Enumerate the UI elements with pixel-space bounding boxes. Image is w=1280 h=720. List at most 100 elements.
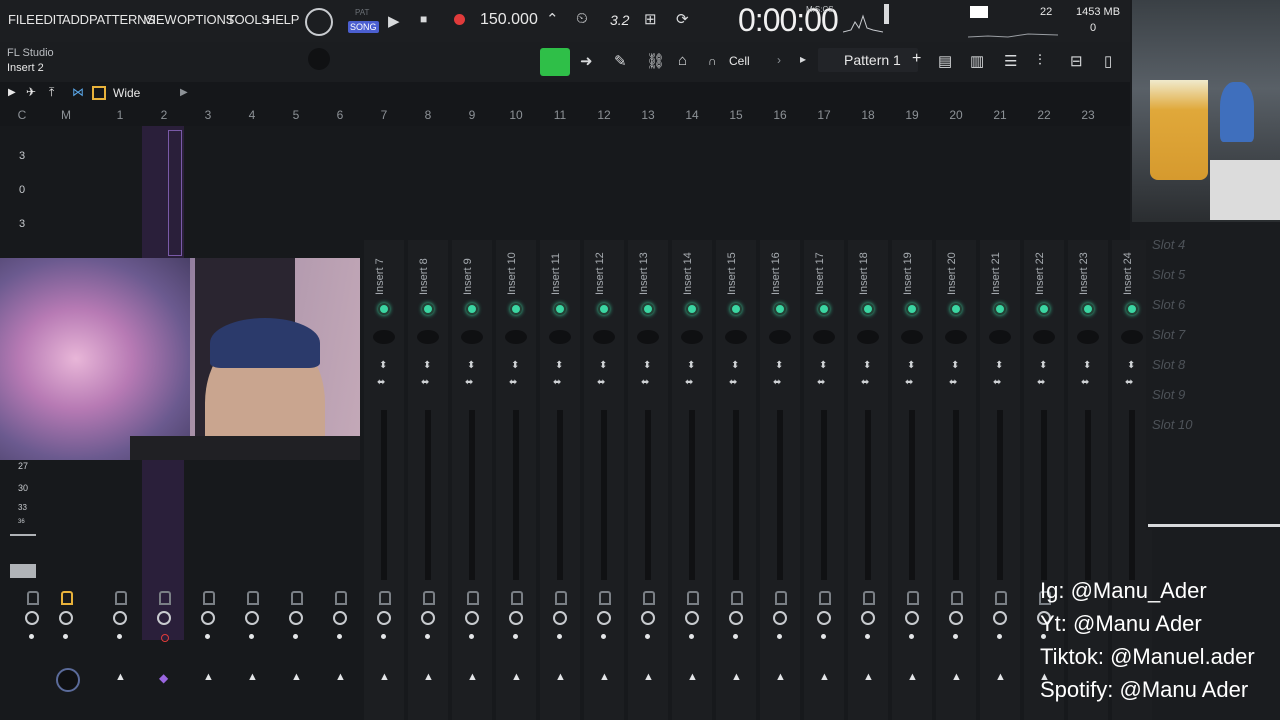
swap-channels-icon[interactable]: ⬌ (597, 378, 605, 388)
pan-knob[interactable] (857, 330, 879, 344)
mixer-layout-icon[interactable] (92, 86, 106, 100)
record-arm-dot[interactable] (161, 634, 169, 642)
lock-icon[interactable] (863, 591, 875, 605)
record-arm-dot[interactable] (29, 634, 34, 639)
route-icon[interactable] (377, 611, 391, 625)
project-icon[interactable]: ▯ (1104, 52, 1112, 70)
route-icon[interactable] (421, 611, 435, 625)
mixer-view-arrow-icon[interactable]: ▶ (180, 87, 188, 98)
lock-icon[interactable] (467, 591, 479, 605)
master-split-button[interactable] (10, 564, 36, 578)
stereo-separation-icon[interactable]: ⬍ (555, 361, 563, 371)
record-arm-dot[interactable] (63, 634, 68, 639)
mute-indicator[interactable] (378, 303, 390, 315)
volume-fader[interactable] (821, 410, 827, 580)
swap-channels-icon[interactable]: ⬌ (817, 378, 825, 388)
tempo-display[interactable]: 150.000 (480, 11, 538, 29)
mixer-tool-icon[interactable]: ✈ (26, 85, 36, 99)
route-icon[interactable] (509, 611, 523, 625)
lock-icon[interactable] (379, 591, 391, 605)
stereo-separation-icon[interactable]: ⬍ (731, 361, 739, 371)
loop-record-icon[interactable]: ⟳ (676, 10, 689, 28)
route-icon[interactable] (905, 611, 919, 625)
effect-slot[interactable]: Slot 6 (1152, 297, 1185, 312)
swap-channels-icon[interactable]: ⬌ (1081, 378, 1089, 388)
browser-icon[interactable]: ⊟ (1070, 52, 1083, 70)
route-icon[interactable] (289, 611, 303, 625)
channel-rack-icon[interactable]: ☰ (1004, 52, 1017, 70)
link-icon[interactable]: ⛓ (646, 52, 665, 70)
stereo-separation-icon[interactable]: ⬍ (1127, 361, 1135, 371)
stereo-separation-icon[interactable]: ⬍ (687, 361, 695, 371)
swap-channels-icon[interactable]: ⬌ (773, 378, 781, 388)
pan-knob[interactable] (461, 330, 483, 344)
route-icon[interactable] (729, 611, 743, 625)
step-edit-icon[interactable]: ⊞ (644, 10, 657, 28)
send-arrow-icon[interactable]: ▲ (423, 671, 434, 683)
pan-knob[interactable] (637, 330, 659, 344)
stereo-separation-icon[interactable]: ⬍ (1039, 361, 1047, 371)
mute-indicator[interactable] (774, 303, 786, 315)
route-icon[interactable] (245, 611, 259, 625)
pan-knob[interactable] (1121, 330, 1143, 344)
mixer-link-icon[interactable]: ⋈ (72, 85, 84, 99)
stereo-separation-icon[interactable]: ⬍ (379, 361, 387, 371)
pan-knob[interactable] (725, 330, 747, 344)
mixer-view-mode[interactable]: Wide (113, 86, 140, 100)
mute-indicator[interactable] (994, 303, 1006, 315)
record-arm-dot[interactable] (557, 634, 562, 639)
volume-fader[interactable] (733, 410, 739, 580)
magnet-icon[interactable]: ∩ (708, 54, 717, 68)
swap-channels-icon[interactable]: ⬌ (1125, 378, 1133, 388)
stop-icon[interactable]: ■ (420, 12, 427, 26)
record-arm-dot[interactable] (205, 634, 210, 639)
pan-knob[interactable] (373, 330, 395, 344)
mute-indicator[interactable] (906, 303, 918, 315)
effect-slot[interactable]: Slot 9 (1152, 387, 1185, 402)
swap-channels-icon[interactable]: ⬌ (465, 378, 473, 388)
pat-label[interactable]: PAT (355, 8, 369, 17)
lock-icon[interactable] (599, 591, 611, 605)
stereo-separation-icon[interactable]: ⬍ (599, 361, 607, 371)
stereo-separation-icon[interactable]: ⬍ (863, 361, 871, 371)
lock-icon[interactable] (995, 591, 1007, 605)
metronome-icon[interactable]: ⌃ (546, 10, 559, 28)
menu-add[interactable]: ADD (62, 12, 89, 27)
lock-icon[interactable] (555, 591, 567, 605)
menu-view[interactable]: VIEW (144, 12, 177, 27)
pan-knob[interactable] (681, 330, 703, 344)
volume-fader[interactable] (1085, 410, 1091, 580)
send-arrow-icon[interactable]: ▲ (511, 671, 522, 683)
volume-fader[interactable] (381, 410, 387, 580)
effect-slot[interactable]: Slot 5 (1152, 267, 1185, 282)
volume-fader[interactable] (1041, 410, 1047, 580)
lock-icon[interactable] (951, 591, 963, 605)
send-arrow-icon[interactable]: ▲ (907, 671, 918, 683)
lock-icon[interactable] (203, 591, 215, 605)
volume-fader[interactable] (953, 410, 959, 580)
send-arrow-icon[interactable]: ▲ (379, 671, 390, 683)
lock-icon[interactable] (159, 591, 171, 605)
step-snap-display[interactable]: 3.2 (610, 12, 629, 28)
record-arm-dot[interactable] (953, 634, 958, 639)
stereo-separation-icon[interactable]: ⬍ (951, 361, 959, 371)
route-icon[interactable] (465, 611, 479, 625)
lock-icon[interactable] (775, 591, 787, 605)
record-arm-dot[interactable] (689, 634, 694, 639)
swap-channels-icon[interactable]: ⬌ (509, 378, 517, 388)
send-arrow-icon[interactable]: ▲ (643, 671, 654, 683)
pattern-arrow-icon[interactable]: ▸ (800, 52, 806, 66)
record-arm-dot[interactable] (997, 634, 1002, 639)
send-arrow-icon[interactable]: ▲ (203, 671, 214, 683)
route-icon[interactable] (333, 611, 347, 625)
mute-indicator[interactable] (466, 303, 478, 315)
send-arrow-icon[interactable]: ▲ (995, 671, 1006, 683)
route-icon[interactable] (817, 611, 831, 625)
record-icon[interactable] (454, 14, 465, 25)
mute-indicator[interactable] (686, 303, 698, 315)
lock-icon[interactable] (687, 591, 699, 605)
send-arrow-icon[interactable]: ▲ (335, 671, 346, 683)
effect-slot[interactable]: Slot 8 (1152, 357, 1185, 372)
mute-indicator[interactable] (950, 303, 962, 315)
route-icon[interactable] (641, 611, 655, 625)
